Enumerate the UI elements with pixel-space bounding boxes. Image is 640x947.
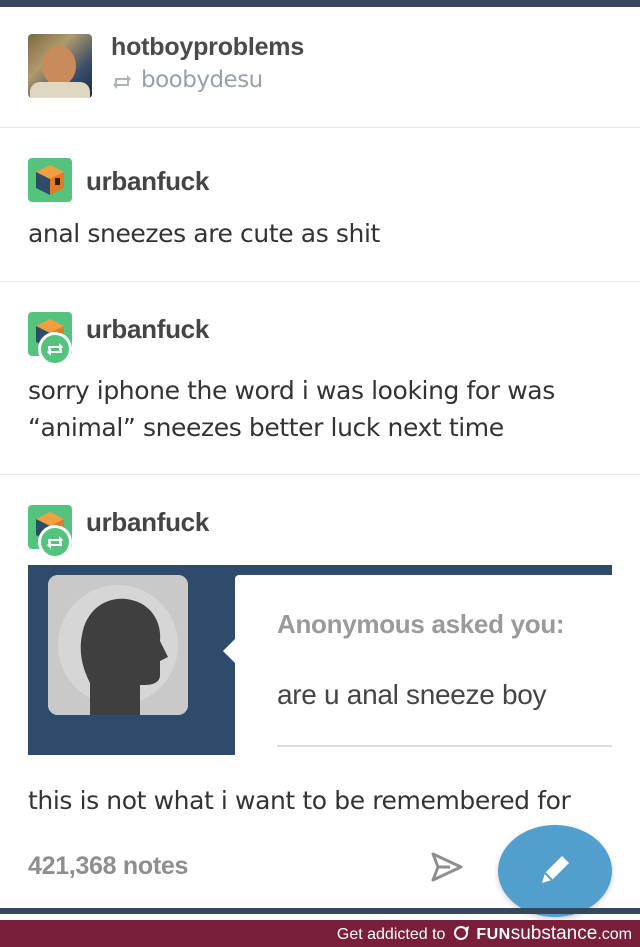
urbanfuck-avatar[interactable] (28, 158, 72, 202)
divider (0, 281, 640, 282)
anonymous-avatar (48, 575, 188, 715)
reblog-icon (38, 332, 72, 366)
reblogged-from-name[interactable]: boobydesu (141, 67, 263, 93)
post-header: hotboyproblems boobydesu (0, 7, 640, 127)
top-bar (0, 0, 640, 7)
bottom-strip (0, 908, 640, 914)
watermark-text: Get addicted to FUNsubstance.com (337, 923, 632, 945)
divider (0, 127, 640, 128)
pencil-icon (542, 856, 569, 883)
anonymous-silhouette-icon (48, 575, 188, 715)
reblog-icon (38, 525, 72, 559)
blog-avatar[interactable] (28, 34, 92, 98)
post-username[interactable]: urbanfuck (86, 166, 209, 197)
watermark-prefix: Get addicted to (336, 926, 446, 943)
share-icon[interactable] (430, 850, 464, 884)
avatar-shirt (30, 82, 90, 98)
post-text: anal sneezes are cute as shit (28, 215, 618, 252)
bubble-tail (223, 639, 235, 663)
answer-text: this is not what i want to be remembered… (28, 786, 571, 815)
blog-name[interactable]: hotboyproblems (111, 33, 304, 62)
notes-count[interactable]: 421,368 notes (28, 852, 188, 881)
ask-asked-label: Anonymous asked you: (277, 609, 565, 639)
post-username[interactable]: urbanfuck (86, 314, 209, 345)
post-text-line: sorry iphone the word i was looking for … (28, 376, 555, 405)
post-text-line: anal sneezes are cute as shit (28, 219, 380, 248)
watermark-bar: Get addicted to FUNsubstance.com (0, 920, 640, 947)
watermark-sub: substance (510, 923, 598, 944)
post-username[interactable]: urbanfuck (86, 507, 209, 538)
avatar-face (42, 46, 76, 86)
compose-button[interactable] (498, 825, 612, 917)
post-text-line: “animal” sneezes better luck next time (28, 413, 504, 442)
ask-divider (277, 745, 612, 747)
funsubstance-logo-icon (453, 926, 469, 940)
ask-box: Anonymous asked you: are u anal sneeze b… (28, 565, 612, 755)
reblog-icon (113, 75, 131, 89)
post-text: sorry iphone the word i was looking for … (28, 372, 618, 446)
watermark-fun: FUN (476, 926, 511, 943)
ask-bubble: Anonymous asked you: are u anal sneeze b… (223, 575, 612, 755)
divider (0, 474, 640, 475)
ask-question: are u anal sneeze boy (277, 679, 547, 710)
watermark-suffix: .com (597, 926, 632, 943)
